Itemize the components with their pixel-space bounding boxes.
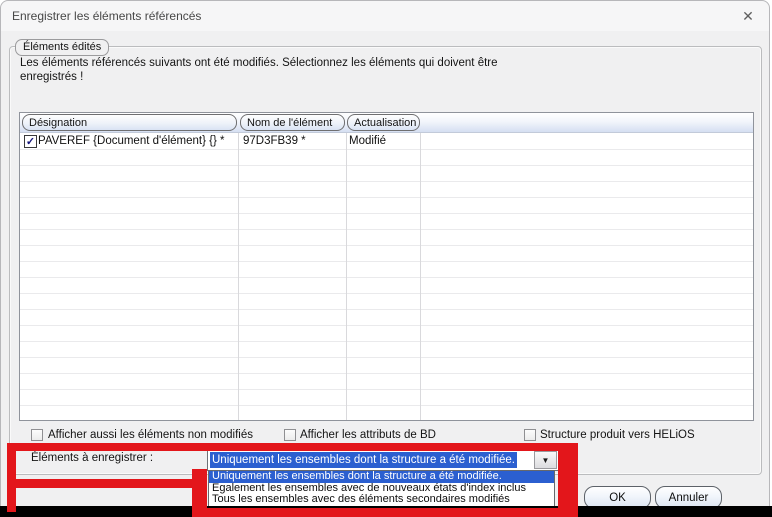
checkbox-label: Afficher les attributs de BD — [300, 429, 436, 441]
description-line-1: Les éléments référencés suivants ont été… — [20, 57, 498, 69]
dropdown-option-1[interactable]: Uniquement les ensembles dont la structu… — [209, 471, 554, 483]
groupbox-label: Éléments édités — [15, 39, 110, 56]
checkbox-structure-helios[interactable] — [524, 429, 536, 441]
annotation-top-bar — [7, 443, 578, 451]
combobox-dropdown-list: Uniquement les ensembles dont la structu… — [208, 470, 555, 507]
cell-designation: PAVEREF {Document d'élément} {} * — [38, 135, 225, 147]
dropdown-option-3[interactable]: Tous les ensembles avec des éléments sec… — [209, 494, 554, 506]
checkbox-label: Structure produit vers HELiOS — [540, 429, 695, 441]
elements-table: Désignation Nom de l'élément Actualisati… — [19, 112, 754, 421]
column-separator — [346, 133, 347, 420]
save-elements-combobox[interactable]: Uniquement les ensembles dont la structu… — [207, 449, 559, 471]
combobox-dropdown-button[interactable]: ▼ — [534, 451, 557, 469]
column-separator — [420, 133, 421, 420]
table-row[interactable]: ✓ PAVEREF {Document d'élément} {} * 97D3… — [20, 134, 753, 150]
dialog-window: Enregistrer les éléments référencés ✕ Él… — [0, 0, 770, 516]
table-grid-rows — [20, 134, 753, 420]
close-button[interactable]: ✕ — [733, 5, 763, 27]
column-header-actualisation[interactable]: Actualisation — [347, 114, 420, 131]
cell-actualisation: Modifié — [349, 135, 387, 147]
checkbox-attributs-bd[interactable] — [284, 429, 296, 441]
check-icon: ✓ — [25, 135, 36, 148]
combobox-selected-value: Uniquement les ensembles dont la structu… — [210, 452, 517, 468]
save-elements-label: Éléments à enregistrer : — [31, 452, 154, 464]
column-separator — [238, 133, 239, 420]
dropdown-option-2[interactable]: Également les ensembles avec de nouveaux… — [209, 483, 554, 495]
close-icon: ✕ — [742, 7, 754, 24]
checkbox-afficher-non-modifies[interactable] — [31, 429, 43, 441]
column-header-designation[interactable]: Désignation — [22, 114, 237, 131]
cell-nom: 97D3FB39 * — [243, 135, 306, 147]
row-checkbox[interactable]: ✓ — [24, 135, 37, 148]
annotation-mid-bar — [7, 479, 197, 488]
description-line-2: enregistrés ! — [20, 71, 84, 83]
annotation-right-bar — [558, 443, 578, 517]
title-bar: Enregistrer les éléments référencés ✕ — [1, 1, 769, 31]
checkbox-label: Afficher aussi les éléments non modifiés — [48, 429, 253, 441]
annotation-left-bar — [7, 443, 16, 512]
chevron-down-icon: ▼ — [541, 455, 550, 465]
column-header-nom[interactable]: Nom de l'élément — [240, 114, 345, 131]
screenshot: Enregistrer les éléments référencés ✕ Él… — [0, 0, 772, 517]
window-title: Enregistrer les éléments référencés — [12, 9, 202, 23]
annotation-bottom-bar — [192, 508, 578, 517]
